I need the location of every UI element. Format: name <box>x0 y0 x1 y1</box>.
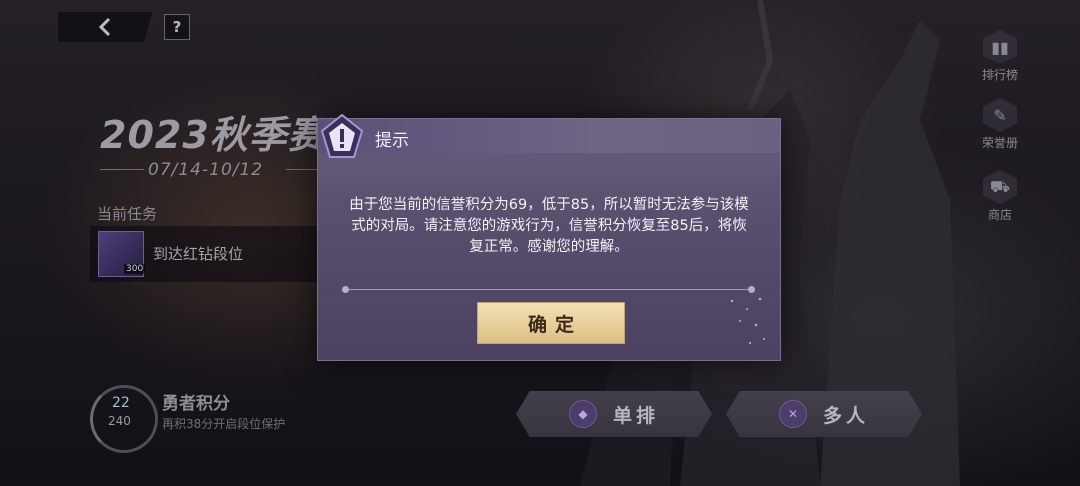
back-button[interactable] <box>58 12 152 42</box>
exclamation-icon <box>320 113 364 158</box>
task-reward-badge: 300 <box>124 264 146 274</box>
multi-queue-button[interactable]: ✕ 多人 <box>726 391 922 437</box>
current-task-label: 当前任务 <box>97 205 158 223</box>
score-title: 勇者积分 <box>162 394 230 414</box>
help-button[interactable]: ? <box>164 14 190 40</box>
leaderboard-icon: ▮▮ <box>983 30 1017 64</box>
dialog-message: 由于您当前的信誉积分为69，低于85，所以暂时无法参与该模式的对局。请注意您的游… <box>349 197 749 255</box>
solo-queue-icon: ◆ <box>568 400 597 428</box>
solo-queue-button[interactable]: ◆ 单排 <box>516 391 712 437</box>
chevron-left-icon <box>98 17 111 37</box>
score-target: 240 <box>108 414 131 428</box>
multi-queue-label: 多人 <box>822 404 869 427</box>
date-divider-left <box>100 169 144 170</box>
sidebar-item-label: 荣誉册 <box>981 136 1018 150</box>
season-date-range: 07/14-10/12 <box>148 160 264 180</box>
season-title: 2023秋季赛 <box>100 113 327 157</box>
dialog-divider <box>344 289 754 290</box>
sidebar-item-label: 排行榜 <box>981 68 1018 82</box>
dialog-title: 提示 <box>375 131 409 151</box>
confirm-button[interactable]: 确定 <box>477 302 625 344</box>
multi-queue-icon: ✕ <box>778 400 807 428</box>
sidebar-item-label: 商店 <box>987 208 1012 222</box>
task-name: 到达红钻段位 <box>153 245 244 263</box>
sidebar-item-honor[interactable]: ✎ 荣誉册 <box>972 98 1028 151</box>
divider-dot-left <box>342 286 349 293</box>
date-divider-right <box>286 169 320 170</box>
sparkle-decoration <box>730 297 765 345</box>
score-subtitle: 再积38分开启段位保护 <box>162 417 286 431</box>
cart-icon: ⛟ <box>983 170 1017 204</box>
score-current: 22 <box>112 395 130 411</box>
solo-queue-label: 单排 <box>612 404 659 427</box>
sidebar-item-leaderboard[interactable]: ▮▮ 排行榜 <box>972 30 1028 83</box>
honor-book-icon: ✎ <box>983 98 1017 132</box>
sidebar-item-shop[interactable]: ⛟ 商店 <box>972 170 1028 223</box>
notice-dialog: 提示 由于您当前的信誉积分为69，低于85，所以暂时无法参与该模式的对局。请注意… <box>317 113 781 361</box>
